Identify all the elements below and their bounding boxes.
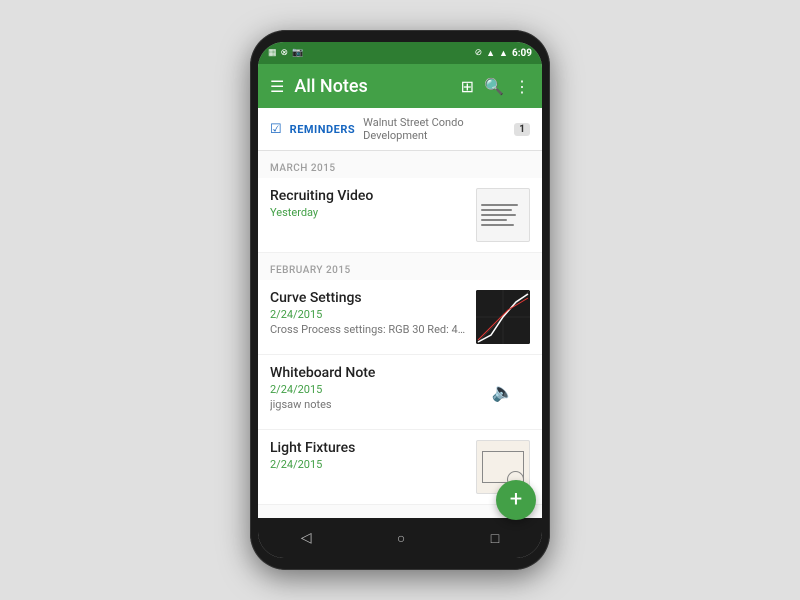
note-date: 2/24/2015 xyxy=(270,308,468,321)
phone-screen: ▦ ⊗ 📷 ⊘ ▲ ▲ 6:09 ☰ All Notes ⊞ 🔍 ⋮ xyxy=(258,42,542,558)
section-header-march: MARCH 2015 xyxy=(258,151,542,178)
hw-line-2 xyxy=(481,209,512,211)
hw-line-4 xyxy=(481,219,507,221)
no-sim-icon: ⊘ xyxy=(475,48,483,58)
app-bar: ☰ All Notes ⊞ 🔍 ⋮ xyxy=(258,64,542,108)
app-title: All Notes xyxy=(294,76,450,97)
home-button[interactable]: ○ xyxy=(397,530,405,547)
note-title: Whiteboard Note xyxy=(270,365,468,381)
hw-line-1 xyxy=(481,204,518,206)
search-icon[interactable]: 🔍 xyxy=(484,77,504,96)
status-left-icons: ▦ ⊗ 📷 xyxy=(268,48,303,58)
note-title: Recruiting Video xyxy=(270,188,468,204)
note-content-curve: Curve Settings 2/24/2015 Cross Process s… xyxy=(270,290,468,336)
sim-icon: ▦ xyxy=(268,48,277,58)
status-right-icons: ⊘ ▲ ▲ 6:09 xyxy=(475,48,532,59)
more-icon[interactable]: ⋮ xyxy=(514,77,530,96)
hw-line-3 xyxy=(481,214,516,216)
back-button[interactable]: ◁ xyxy=(301,530,312,546)
fab-new-note[interactable]: + xyxy=(496,480,536,520)
note-thumbnail-curve xyxy=(476,290,530,344)
menu-icon[interactable]: ☰ xyxy=(270,77,284,96)
note-date: 2/24/2015 xyxy=(270,383,468,396)
note-thumbnail-handwriting xyxy=(476,188,530,242)
new-note-icon[interactable]: ⊞ xyxy=(461,77,474,96)
note-date: 2/24/2015 xyxy=(270,458,468,471)
signal-icon: ▲ xyxy=(499,48,508,59)
camera-icon: 📷 xyxy=(292,48,303,58)
hw-line-5 xyxy=(481,224,514,226)
reminder-icon: ☑ xyxy=(270,122,282,137)
recent-button[interactable]: □ xyxy=(491,530,499,547)
fab-plus-icon: + xyxy=(510,489,522,511)
note-title: Light Fixtures xyxy=(270,440,468,456)
wifi-icon: ▲ xyxy=(486,48,495,59)
app-bar-actions: ⊞ 🔍 ⋮ xyxy=(461,77,530,96)
note-snippet: jigsaw notes xyxy=(270,398,468,411)
reminder-label: REMINDERS xyxy=(290,123,356,136)
status-bar: ▦ ⊗ 📷 ⊘ ▲ ▲ 6:09 xyxy=(258,42,542,64)
note-item-curve-settings[interactable]: Curve Settings 2/24/2015 Cross Process s… xyxy=(258,280,542,355)
notes-list: ☑ REMINDERS Walnut Street Condo Developm… xyxy=(258,108,542,518)
note-snippet: Cross Process settings: RGB 30 Red: 42 B… xyxy=(270,323,468,336)
note-content-light: Light Fixtures 2/24/2015 xyxy=(270,440,468,473)
note-item-recruiting-video[interactable]: Recruiting Video Yesterday xyxy=(258,178,542,253)
lock-icon: ⊗ xyxy=(281,48,289,58)
clock: 6:09 xyxy=(512,48,532,59)
reminder-text: Walnut Street Condo Development xyxy=(363,116,506,142)
note-content-recruiting: Recruiting Video Yesterday xyxy=(270,188,468,221)
phone-device: ▦ ⊗ 📷 ⊘ ▲ ▲ 6:09 ☰ All Notes ⊞ 🔍 ⋮ xyxy=(250,30,550,570)
reminder-badge: 1 xyxy=(514,123,530,136)
curve-chart-svg xyxy=(476,290,530,344)
note-item-whiteboard[interactable]: Whiteboard Note 2/24/2015 jigsaw notes 🔈 xyxy=(258,355,542,430)
note-thumbnail-audio: 🔈 xyxy=(476,365,530,419)
note-content-whiteboard: Whiteboard Note 2/24/2015 jigsaw notes xyxy=(270,365,468,411)
note-date: Yesterday xyxy=(270,206,468,219)
note-title: Curve Settings xyxy=(270,290,468,306)
bottom-navigation: ◁ ○ □ xyxy=(258,518,542,558)
audio-icon: 🔈 xyxy=(492,382,514,403)
reminder-banner[interactable]: ☑ REMINDERS Walnut Street Condo Developm… xyxy=(258,108,542,151)
section-header-february: FEBRUARY 2015 xyxy=(258,253,542,280)
